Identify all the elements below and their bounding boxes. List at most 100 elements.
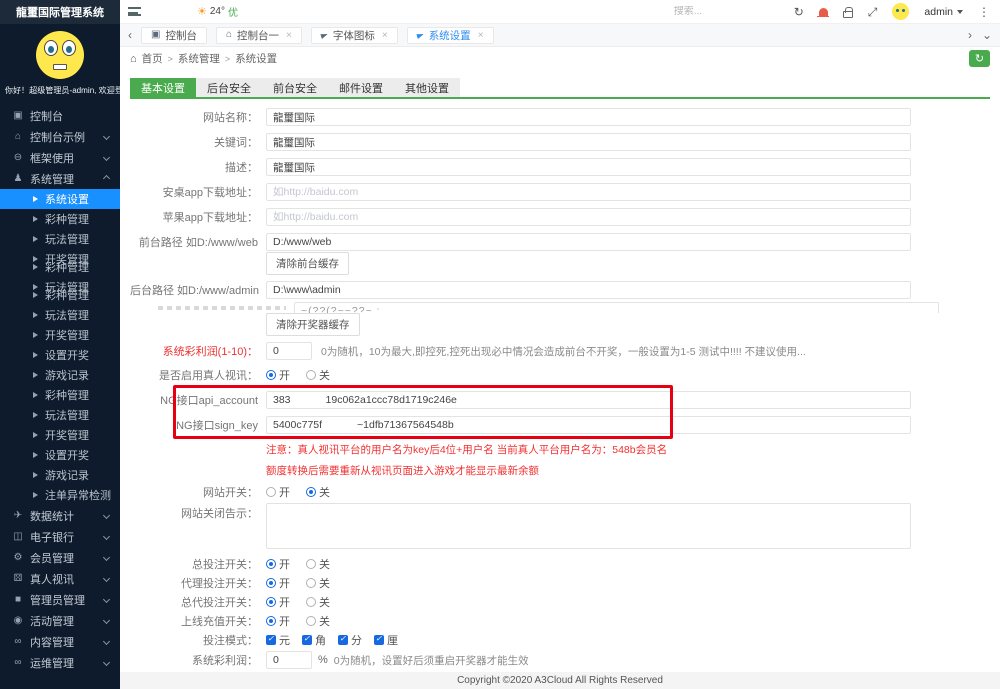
breadcrumb-page: 系统设置: [235, 51, 277, 66]
tab-console[interactable]: ▣ 控制台: [141, 27, 207, 44]
avatar[interactable]: [892, 3, 909, 20]
sidebar-item-admins[interactable]: ■管理员管理: [0, 589, 120, 610]
profit-range-input[interactable]: [266, 342, 312, 360]
close-notice-textarea[interactable]: [266, 503, 911, 549]
tab-other-settings[interactable]: 其他设置: [394, 78, 460, 97]
sidebar-subitem[interactable]: 玩法管理: [0, 305, 120, 325]
radio-on[interactable]: 开: [266, 575, 290, 591]
sidebar-item-ops[interactable]: ∞运维管理: [0, 652, 120, 673]
weather-widget: ☀ 24° 优: [197, 4, 238, 19]
admin-path-input[interactable]: [266, 281, 911, 299]
sidebar-subitem[interactable]: 设置开奖: [0, 445, 120, 465]
arrow-icon: [33, 312, 38, 318]
sidebar-item-live-video[interactable]: ⚄真人视讯: [0, 568, 120, 589]
hamburger-menu-icon[interactable]: [128, 7, 141, 16]
main-area: ☀ 24° 优 ↻ ⤢ admin ⋮ ‹ ▣ 控制台 ⌂: [120, 0, 1000, 689]
sidebar-subitem[interactable]: 开奖管理: [0, 425, 120, 445]
radio-off[interactable]: 关: [306, 575, 330, 591]
checkbox-jiao[interactable]: 角: [302, 632, 326, 648]
ng-api-account-input[interactable]: [266, 391, 911, 409]
sidebar-subitem[interactable]: 彩种管理: [0, 285, 120, 305]
chevron-down-icon: [103, 133, 110, 140]
sidebar-subitem[interactable]: 开奖管理: [0, 325, 120, 345]
radio-off[interactable]: 关: [306, 484, 330, 500]
tab-mail-settings[interactable]: 邮件设置: [328, 78, 394, 97]
close-icon[interactable]: ×: [382, 30, 388, 41]
clear-front-cache-button[interactable]: 清除前台缓存: [266, 252, 349, 275]
radio-off[interactable]: 关: [306, 613, 330, 629]
keywords-label: 关键词：: [130, 134, 258, 150]
close-icon[interactable]: ×: [286, 30, 292, 41]
admin-dropdown[interactable]: admin: [924, 6, 963, 18]
sidebar-item-data-stats[interactable]: ✈数据统计: [0, 505, 120, 526]
radio-on[interactable]: 开: [266, 556, 290, 572]
sidebar-item-system-mgmt[interactable]: ♟ 系统管理: [0, 168, 120, 189]
agent-bet-label: 代理投注开关：: [130, 575, 258, 591]
checkbox-yuan[interactable]: 元: [266, 632, 290, 648]
arrow-icon: [33, 492, 38, 498]
ng-note-1: 注意：真人视讯平台的用户名为key后4位+用户名 当前真人平台用户名为：548b…: [266, 442, 990, 457]
lock-icon[interactable]: [843, 11, 853, 18]
radio-off[interactable]: 关: [306, 556, 330, 572]
radio-on[interactable]: 开: [266, 484, 290, 500]
tab-menu-icon[interactable]: ⌄: [982, 29, 992, 41]
ng-sign-key-input[interactable]: [266, 416, 911, 434]
close-icon[interactable]: ×: [478, 30, 484, 41]
radio-on[interactable]: 开: [266, 367, 290, 383]
clipped-input[interactable]: [294, 302, 939, 313]
tab-system-settings[interactable]: 系统设置 ×: [407, 27, 494, 44]
sidebar-item-framework[interactable]: ⊖ 框架使用: [0, 147, 120, 168]
checkbox-fen[interactable]: 分: [338, 632, 362, 648]
sidebar-subitem[interactable]: 彩种管理: [0, 385, 120, 405]
bank-icon: ◫: [12, 531, 24, 542]
sidebar-subitem[interactable]: 设置开奖: [0, 345, 120, 365]
sidebar-item-ebank[interactable]: ◫电子银行: [0, 526, 120, 547]
breadcrumb-home[interactable]: 首页: [142, 51, 163, 66]
refresh-page-button[interactable]: ↻: [969, 50, 990, 67]
sidebar-item-content[interactable]: ∞内容管理: [0, 631, 120, 652]
sidebar-item-members[interactable]: ⚙会员管理: [0, 547, 120, 568]
radio-on[interactable]: 开: [266, 594, 290, 610]
bell-icon[interactable]: [819, 8, 828, 16]
more-icon[interactable]: ⋮: [978, 6, 990, 18]
front-path-input[interactable]: [266, 233, 911, 251]
radio-on[interactable]: 开: [266, 613, 290, 629]
tab-scroll-right-icon[interactable]: ›: [968, 29, 972, 41]
sidebar-subitem-system-settings[interactable]: 系统设置: [0, 189, 120, 209]
site-name-input[interactable]: [266, 108, 911, 126]
clear-lottery-cache-button[interactable]: 清除开奖器缓存: [266, 313, 360, 336]
radio-off[interactable]: 关: [306, 367, 330, 383]
sidebar-item-console[interactable]: ▣ 控制台: [0, 105, 120, 126]
sys-profit-input[interactable]: [266, 651, 312, 669]
general-agent-bet-label: 总代投注开关：: [130, 594, 258, 610]
checkbox-li[interactable]: 厘: [374, 632, 398, 648]
sidebar-subitem[interactable]: 注单异常检测: [0, 485, 120, 505]
sidebar-subitem[interactable]: 游戏记录: [0, 365, 120, 385]
search-input[interactable]: [674, 6, 779, 17]
sidebar-subitem[interactable]: 彩种管理: [0, 209, 120, 229]
settings-page: 基本设置 后台安全 前台安全 邮件设置 其他设置 网站名称： 关键词： 描述： …: [120, 70, 1000, 689]
tab-scroll-left-icon[interactable]: ‹: [128, 29, 132, 41]
tab-frontend-security[interactable]: 前台安全: [262, 78, 328, 97]
android-app-input[interactable]: [266, 183, 911, 201]
sidebar-item-console-demo[interactable]: ⌂ 控制台示例: [0, 126, 120, 147]
ios-app-label: 苹果app下载地址：: [130, 209, 258, 225]
tab-basic-settings[interactable]: 基本设置: [130, 78, 196, 97]
description-input[interactable]: [266, 158, 911, 176]
breadcrumb-section[interactable]: 系统管理: [178, 51, 220, 66]
tab-console-one[interactable]: ⌂ 控制台一 ×: [216, 27, 302, 44]
ios-app-input[interactable]: [266, 208, 911, 226]
refresh-icon[interactable]: ↻: [794, 6, 804, 18]
fullscreen-icon[interactable]: ⤢: [868, 6, 878, 18]
sidebar-subitem[interactable]: 玩法管理: [0, 405, 120, 425]
arrow-icon: [33, 196, 38, 202]
sidebar-subitem[interactable]: 游戏记录: [0, 465, 120, 485]
sidebar-subitem[interactable]: 彩种管理: [0, 257, 120, 277]
tab-backend-security[interactable]: 后台安全: [196, 78, 262, 97]
keywords-input[interactable]: [266, 133, 911, 151]
sidebar-item-activities[interactable]: ◉活动管理: [0, 610, 120, 631]
sidebar-subitem[interactable]: 玩法管理: [0, 229, 120, 249]
chevron-down-icon: [103, 512, 110, 519]
radio-off[interactable]: 关: [306, 594, 330, 610]
tab-font-icons[interactable]: 字体图标 ×: [311, 27, 398, 44]
